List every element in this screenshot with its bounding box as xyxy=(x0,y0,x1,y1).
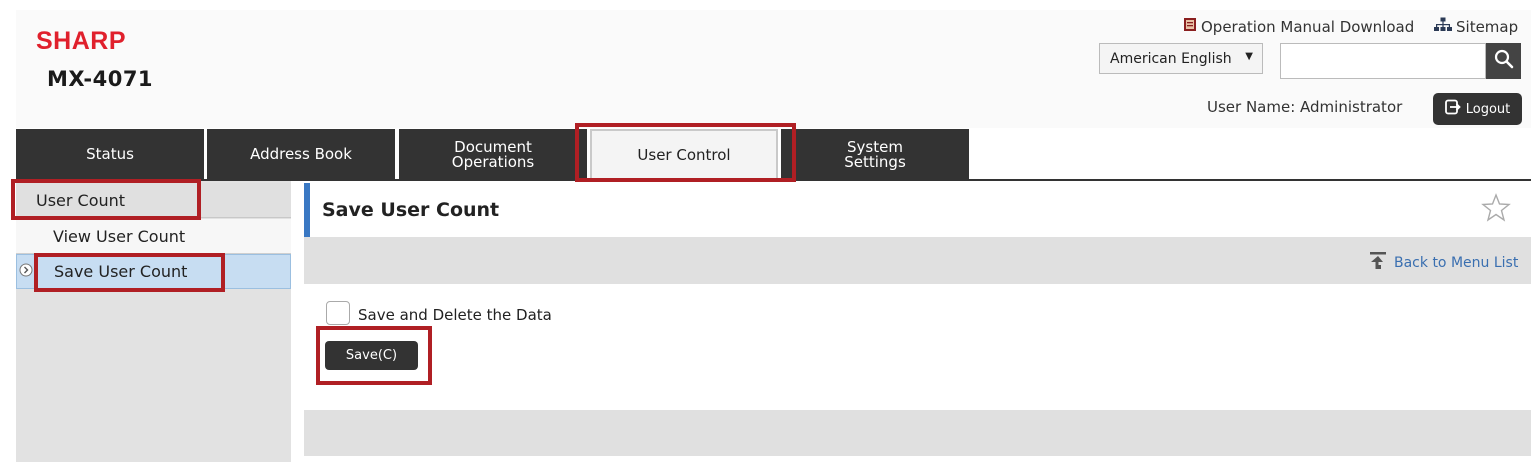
back-to-menu-icon xyxy=(1368,251,1388,275)
tab-status-label: Status xyxy=(86,145,134,163)
sidebar-item-label: Save User Count xyxy=(54,262,188,281)
tab-system-settings[interactable]: System Settings xyxy=(781,129,969,180)
sidebar-heading-user-count[interactable]: User Count xyxy=(16,183,291,218)
sitemap-link[interactable]: Sitemap xyxy=(1434,17,1518,36)
back-to-menu-label: Back to Menu List xyxy=(1394,255,1519,271)
sidebar-item-save-user-count[interactable]: Save User Count xyxy=(16,254,291,289)
save-and-delete-checkbox[interactable] xyxy=(326,301,350,325)
tab-address-book[interactable]: Address Book xyxy=(207,129,395,180)
tab-system-settings-label: System Settings xyxy=(844,137,906,171)
tab-address-book-label: Address Book xyxy=(250,145,352,163)
back-to-menu-link[interactable]: Back to Menu List xyxy=(1368,251,1518,275)
tab-user-control[interactable]: User Control xyxy=(590,129,778,180)
star-icon[interactable] xyxy=(1481,193,1511,227)
user-name-label: User Name: Administrator xyxy=(1207,98,1403,116)
dropdown-arrow-icon: ▼ xyxy=(1245,51,1253,62)
save-button[interactable]: Save(C) xyxy=(325,341,418,370)
save-and-delete-label: Save and Delete the Data xyxy=(358,306,552,324)
menu-bar xyxy=(304,237,1531,284)
tab-user-control-label: User Control xyxy=(637,146,731,164)
save-button-label: Save(C) xyxy=(345,348,398,363)
language-value: American English xyxy=(1110,50,1232,67)
operation-manual-link[interactable]: Operation Manual Download xyxy=(1183,17,1414,36)
title-accent-bar xyxy=(304,183,310,237)
manual-book-icon xyxy=(1183,17,1197,36)
model-name: MX-4071 xyxy=(47,67,154,91)
tab-document-operations[interactable]: Document Operations xyxy=(399,129,587,180)
search-input[interactable] xyxy=(1280,43,1486,79)
sitemap-label: Sitemap xyxy=(1456,17,1519,36)
language-select[interactable]: American English ▼ xyxy=(1099,43,1263,74)
sidebar-heading-label: User Count xyxy=(36,190,126,210)
bottom-bar xyxy=(304,410,1531,456)
operation-manual-label: Operation Manual Download xyxy=(1201,17,1415,36)
search-icon xyxy=(1494,49,1514,73)
logout-icon xyxy=(1444,99,1461,119)
sitemap-icon xyxy=(1434,17,1452,36)
search-button[interactable] xyxy=(1486,43,1521,79)
sidebar-item-label: View User Count xyxy=(53,226,186,246)
chevron-circle-right-icon xyxy=(19,262,33,277)
tab-document-operations-label: Document Operations xyxy=(451,137,535,171)
tab-status[interactable]: Status xyxy=(16,129,204,180)
logout-button[interactable]: Logout xyxy=(1433,93,1522,125)
sidebar-item-view-user-count[interactable]: View User Count xyxy=(16,219,291,254)
page-title: Save User Count xyxy=(322,199,500,221)
logout-label: Logout xyxy=(1465,101,1511,117)
brand-logo: SHARP xyxy=(36,27,127,55)
